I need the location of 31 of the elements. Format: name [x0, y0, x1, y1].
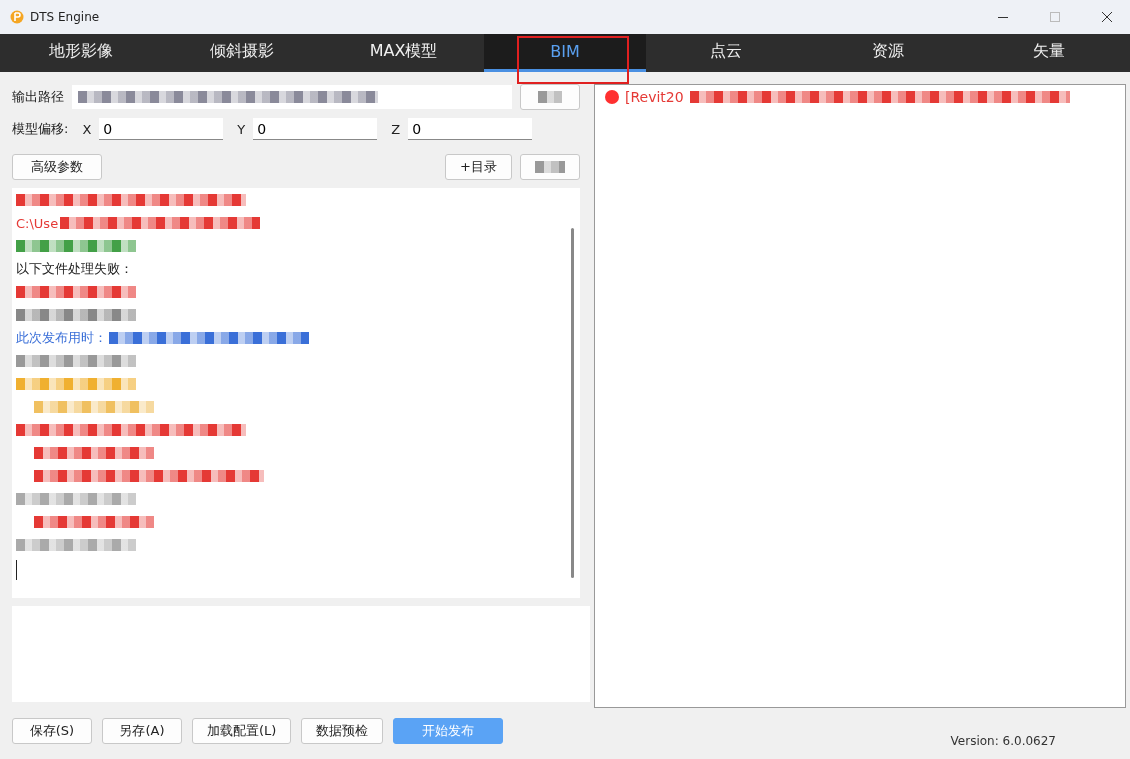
field-label: 输出路径	[12, 88, 64, 106]
add-file-button[interactable]	[520, 154, 580, 180]
tree-item[interactable]: [Revit20	[625, 89, 684, 105]
tab[interactable]: BIM	[484, 34, 646, 72]
axis-label: Y	[237, 121, 246, 137]
browse-button[interactable]	[520, 84, 580, 110]
action-button[interactable]: 加载配置(L)	[192, 718, 292, 744]
minimize-icon	[998, 16, 1008, 18]
close-icon	[1102, 12, 1112, 22]
status-dot	[605, 90, 619, 104]
window-title: DTS Engine	[30, 10, 101, 24]
path-field[interactable]	[72, 85, 512, 109]
field-label: 模型偏移:	[12, 120, 69, 138]
add-folder-button[interactable]: +目录	[445, 154, 512, 180]
action-button[interactable]: 数据预检	[301, 718, 384, 744]
app-logo-icon	[10, 10, 24, 24]
action-button[interactable]: 保存(S)	[12, 718, 92, 744]
maximize-icon	[1050, 12, 1060, 22]
log-line: C:\Use	[16, 215, 59, 231]
log-line: 以下文件处理失败：	[16, 260, 133, 278]
action-button[interactable]: 另存(A)	[102, 718, 182, 744]
axis-label: Z	[391, 121, 401, 137]
advanced-button[interactable]: 高级参数	[12, 154, 102, 180]
text-cursor	[16, 560, 17, 580]
version-text: Version: 6.0.0627	[950, 734, 1056, 748]
axis-label: X	[82, 121, 92, 137]
offset-field[interactable]: 0	[408, 118, 533, 140]
scrollbar[interactable]	[571, 228, 574, 578]
offset-field[interactable]: 0	[99, 118, 224, 140]
log-line: 此次发布用时：	[16, 329, 107, 347]
offset-field[interactable]: 0	[253, 118, 378, 140]
